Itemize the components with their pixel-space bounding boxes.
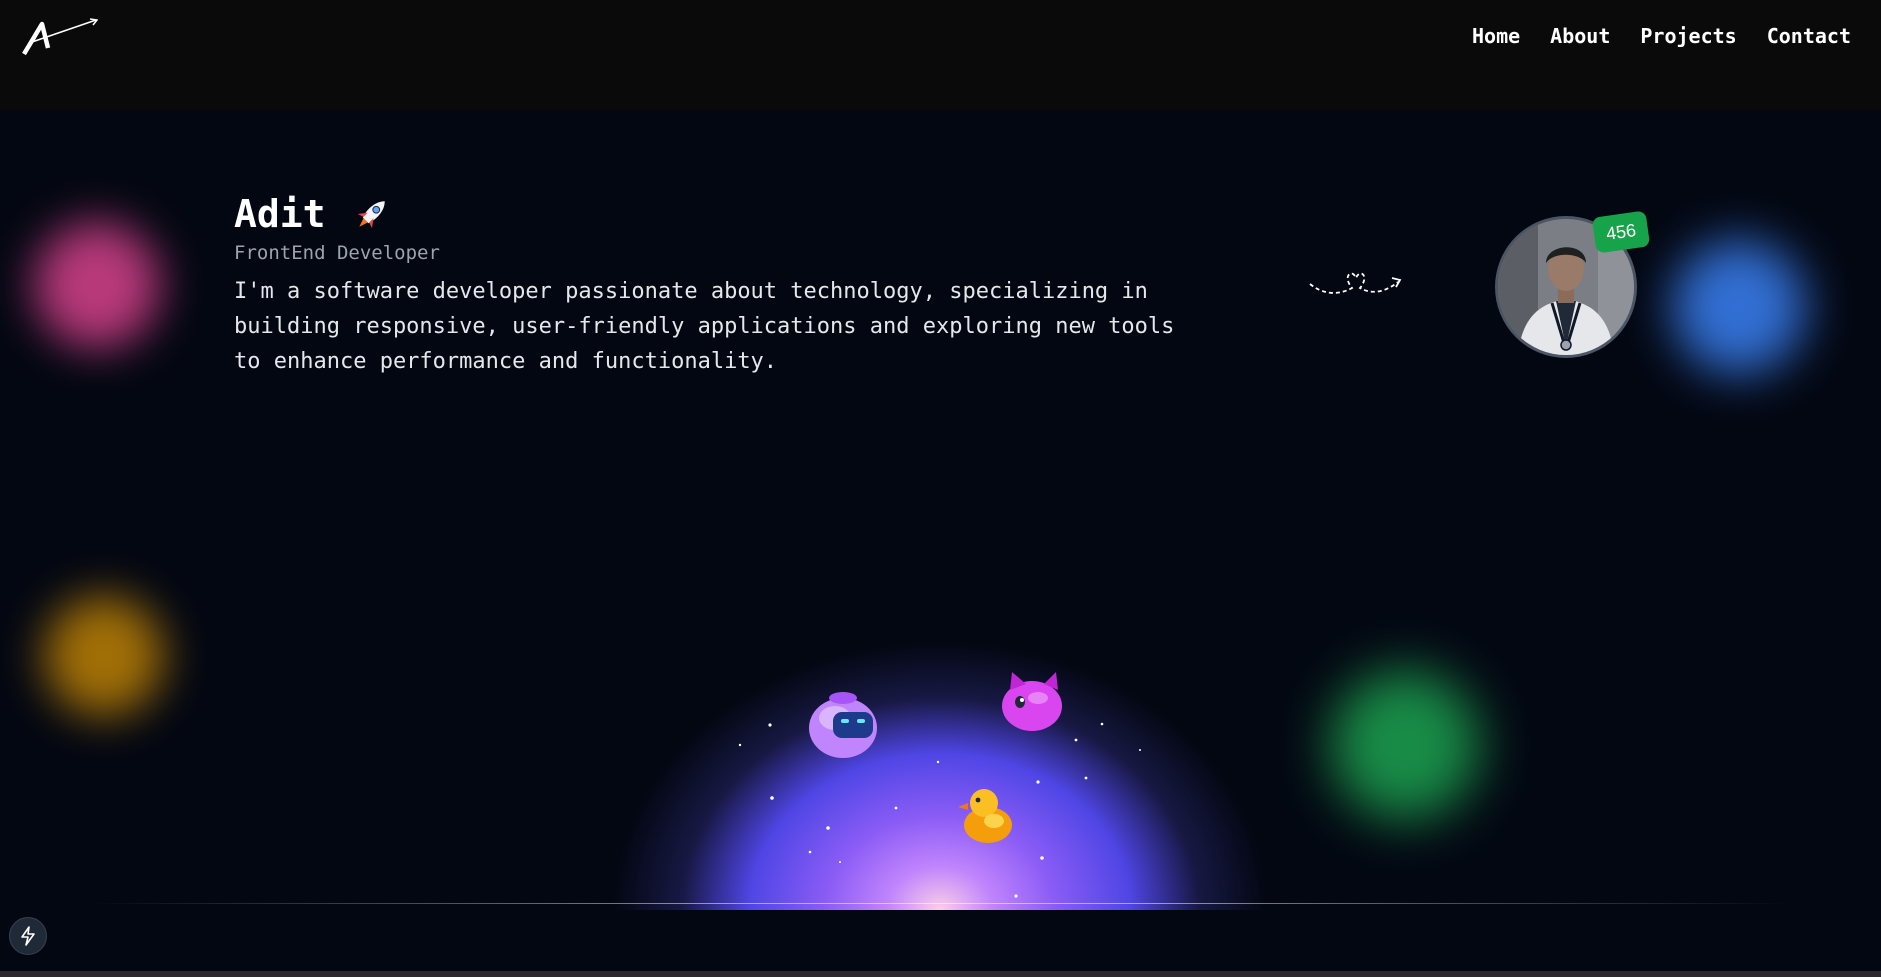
bottom-scroll-edge bbox=[0, 971, 1881, 977]
nav-contact-link[interactable]: Contact bbox=[1767, 24, 1851, 48]
hero-bio: I'm a software developer passionate abou… bbox=[234, 279, 1175, 374]
counter-badge: 456 bbox=[1591, 210, 1651, 254]
decorative-yellow-blob bbox=[44, 596, 164, 716]
hero-heading: Adit bbox=[234, 190, 1234, 238]
main-nav: Home About Projects Contact bbox=[1472, 24, 1851, 48]
pink-creature-toy-icon bbox=[1002, 672, 1062, 731]
nav-projects-link[interactable]: Projects bbox=[1640, 24, 1736, 48]
section-divider bbox=[90, 903, 1790, 904]
decorative-blue-blob bbox=[1672, 240, 1806, 374]
duck-toy-icon bbox=[958, 789, 1012, 843]
lightning-icon bbox=[21, 926, 35, 946]
logo-icon[interactable] bbox=[20, 18, 98, 58]
robot-toy-icon bbox=[809, 692, 877, 758]
nav-about-link[interactable]: About bbox=[1550, 24, 1610, 48]
decorative-green-blob bbox=[1330, 670, 1480, 820]
nav-home-link[interactable]: Home bbox=[1472, 24, 1520, 48]
sparkles bbox=[738, 722, 1141, 898]
rocket-icon bbox=[357, 201, 385, 229]
top-navbar: Home About Projects Contact bbox=[0, 0, 1881, 110]
decorative-pink-blob bbox=[34, 222, 160, 348]
hero-role: FrontEnd Developer bbox=[234, 242, 440, 264]
hero-section: Adit FrontEnd Developer I'm a software d… bbox=[234, 190, 1234, 401]
hero-name: Adit bbox=[234, 192, 326, 236]
quick-action-button[interactable] bbox=[9, 917, 47, 955]
heart-doodle-icon bbox=[1309, 272, 1402, 294]
